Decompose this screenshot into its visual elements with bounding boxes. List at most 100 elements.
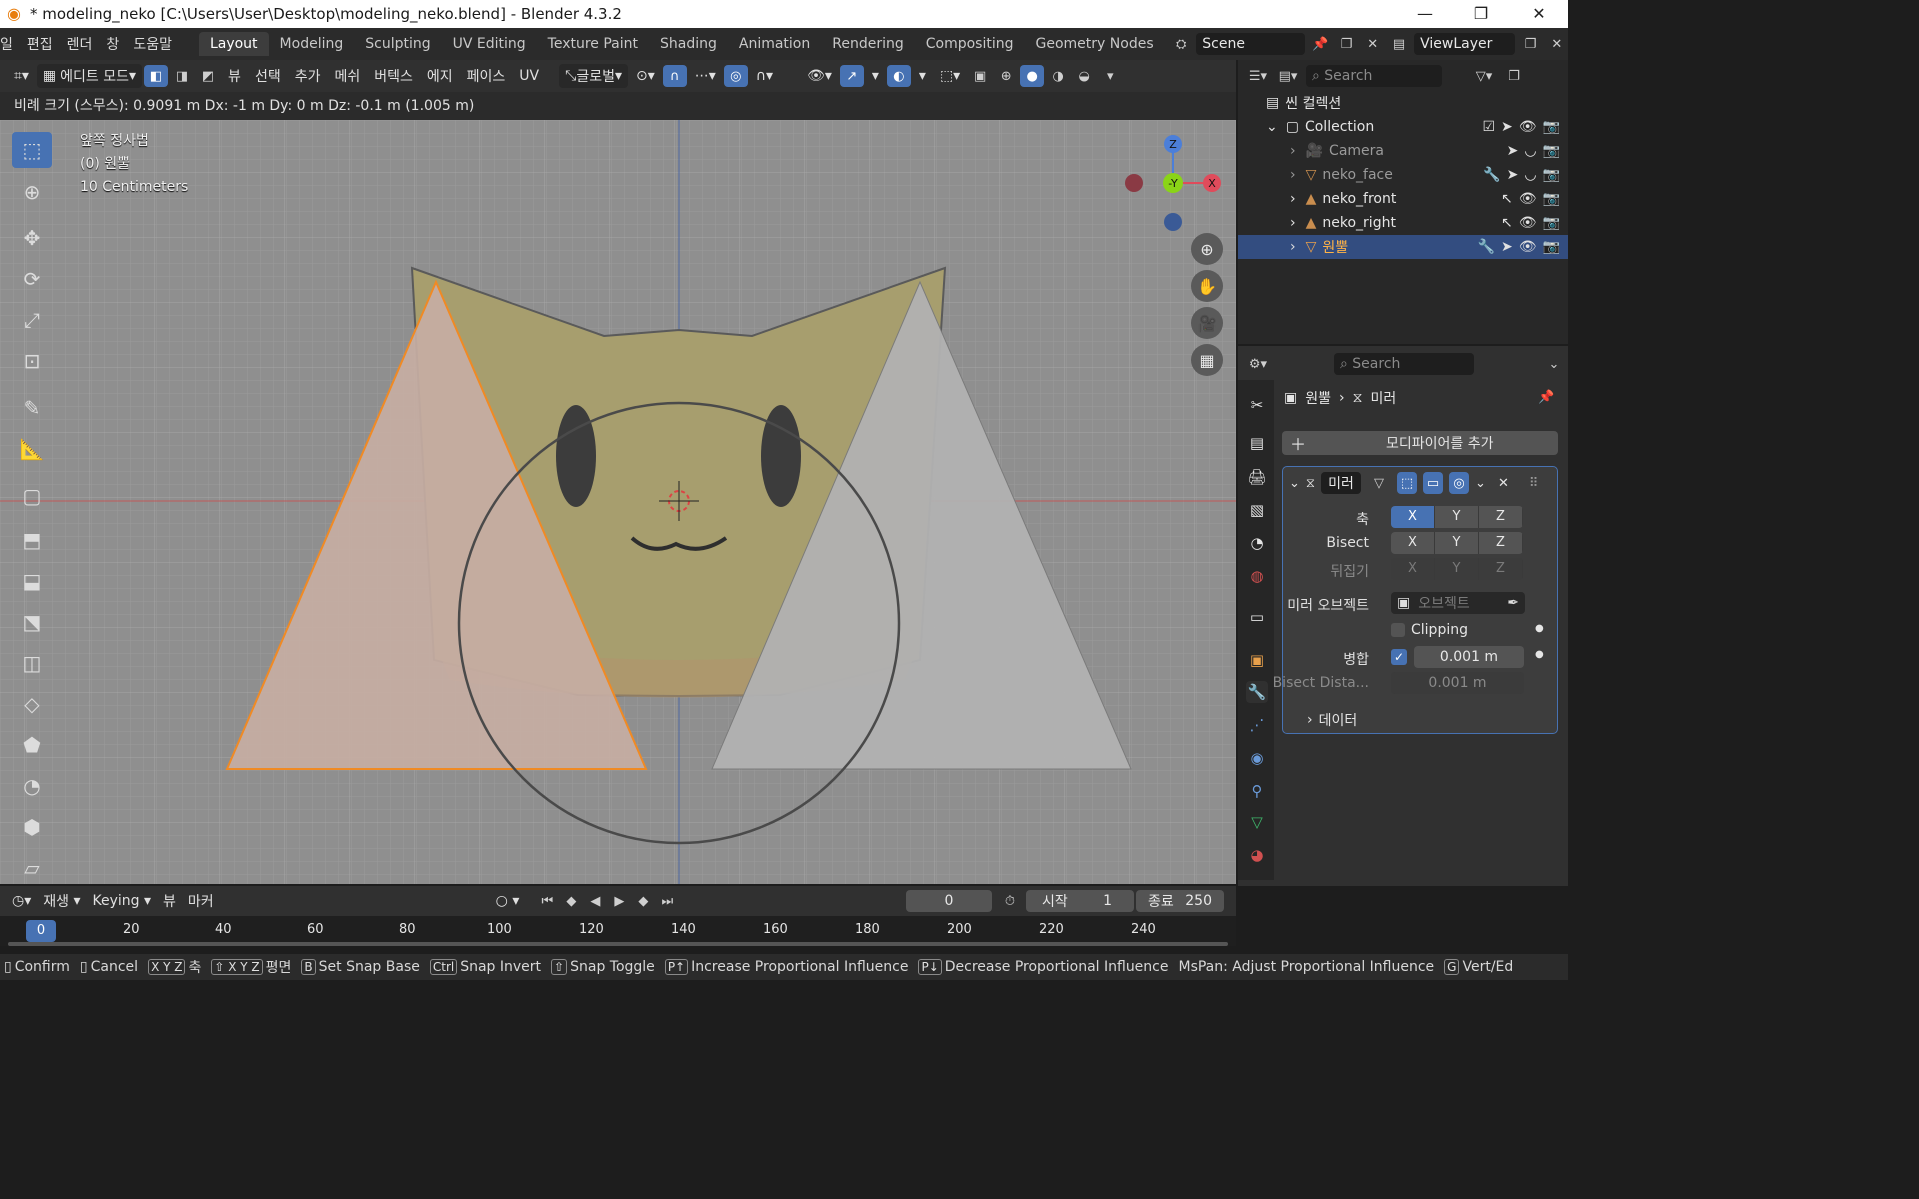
cage-icon[interactable]: ⬚ <box>1397 472 1418 494</box>
solid-shading-icon[interactable]: ● <box>1020 65 1045 87</box>
outliner-row-neko-right[interactable]: › ▲ neko_right ↖ 👁 📷 <box>1238 211 1568 235</box>
new-scene-icon[interactable]: ❐ <box>1335 33 1357 55</box>
menu-window[interactable]: 창 <box>99 34 126 54</box>
view-layer-tab-icon[interactable]: ▧ <box>1246 499 1268 521</box>
pan-hand-icon[interactable]: ✋ <box>1191 270 1223 302</box>
jump-end-icon[interactable]: ⏭ <box>655 890 679 912</box>
render-display-icon[interactable]: ◎ <box>1449 472 1470 494</box>
menu-view[interactable]: 뷰 <box>222 64 247 88</box>
outliner-row-neko-face[interactable]: › ▽ neko_face 🔧 ➤ ◡ 📷 <box>1238 163 1568 187</box>
axis-x-toggle[interactable]: X <box>1391 506 1435 528</box>
render-tab-icon[interactable]: ▤ <box>1246 432 1268 454</box>
view-layer-field[interactable]: ViewLayer <box>1414 33 1516 55</box>
object-tab-icon[interactable]: ▣ <box>1246 649 1268 671</box>
next-keyframe-icon[interactable]: ◆ <box>631 890 655 912</box>
viewport-scene[interactable] <box>0 120 1236 884</box>
timeline-view-menu[interactable]: 뷰 <box>157 889 182 913</box>
bisect-distance-field[interactable]: 0.001 m <box>1391 672 1524 694</box>
edge-select-icon[interactable]: ◨ <box>170 65 194 87</box>
tab-modeling[interactable]: Modeling <box>269 32 355 56</box>
editor-type-button[interactable]: ⌗▾ <box>8 64 35 88</box>
view-layer-icon[interactable]: ▤ <box>1388 33 1410 55</box>
viewport-display-icon[interactable]: ▭ <box>1423 472 1444 494</box>
eye-icon[interactable]: 👁 <box>1519 191 1537 207</box>
menu-vertex[interactable]: 버텍스 <box>368 64 419 88</box>
minimize-button[interactable]: — <box>1396 0 1454 28</box>
proportional-edit-icon[interactable]: ◎ <box>723 65 748 87</box>
menu-file[interactable]: 일 <box>0 34 20 54</box>
camera-view-icon[interactable]: 🎥 <box>1191 307 1223 339</box>
properties-editor-type-icon[interactable]: ⚙▾ <box>1246 353 1270 375</box>
modifier-menu-icon[interactable]: ⌄ <box>1475 476 1486 491</box>
falloff-icon[interactable]: ∩▾ <box>750 64 779 88</box>
material-tab-icon[interactable]: ◕ <box>1246 844 1268 866</box>
jump-start-icon[interactable]: ⏮ <box>535 890 559 912</box>
timeline-scrollbar[interactable] <box>8 942 1228 946</box>
menu-mesh[interactable]: 메쉬 <box>328 64 366 88</box>
merge-distance-field[interactable]: 0.001 m <box>1414 646 1524 668</box>
delete-scene-icon[interactable]: ✕ <box>1362 33 1384 55</box>
particles-tab-icon[interactable]: ⋰ <box>1246 714 1268 736</box>
visibility-icon[interactable]: 👁▾ <box>801 64 838 88</box>
bevel-tool-icon[interactable]: ⬔ <box>12 604 52 640</box>
gizmo-dropdown-icon[interactable]: ▾ <box>866 64 885 88</box>
add-modifier-button[interactable]: ＋ 모디파이어를 추가 <box>1282 431 1558 455</box>
zoom-icon[interactable]: ⊕ <box>1191 233 1223 265</box>
scene-collection-row[interactable]: ▤ 씬 컬렉션 <box>1238 91 1568 115</box>
display-mode-icon[interactable]: ▤▾ <box>1276 65 1300 87</box>
wireframe-shading-icon[interactable]: ⊕ <box>994 65 1018 87</box>
render-camera-icon[interactable]: 📷 <box>1543 191 1560 207</box>
tab-texture-paint[interactable]: Texture Paint <box>537 32 649 56</box>
axis-z-toggle[interactable]: Z <box>1479 506 1523 528</box>
render-camera-icon[interactable]: 📷 <box>1543 239 1560 255</box>
merge-checkbox[interactable]: ✓ <box>1391 649 1407 665</box>
navigation-gizmo[interactable]: Z X -Y <box>1118 130 1228 240</box>
scene-name-field[interactable]: Scene <box>1196 33 1305 55</box>
tab-compositing[interactable]: Compositing <box>915 32 1025 56</box>
smooth-tool-icon[interactable]: ⬢ <box>12 809 52 845</box>
menu-edge[interactable]: 에지 <box>421 64 459 88</box>
tab-rendering[interactable]: Rendering <box>821 32 915 56</box>
keyframe-dot-icon[interactable]: ● <box>1535 623 1544 634</box>
mesh-overlay-icon[interactable]: ⬚▾ <box>934 64 966 88</box>
properties-options-icon[interactable]: ⌄ <box>1542 353 1566 375</box>
marker-menu[interactable]: 마커 <box>182 889 220 913</box>
overlay-icon[interactable]: ◐ <box>886 65 911 87</box>
flip-y-toggle[interactable]: Y <box>1435 558 1479 580</box>
menu-select[interactable]: 선택 <box>249 64 287 88</box>
menu-render[interactable]: 렌더 <box>60 34 100 54</box>
data-tab-icon[interactable]: ▽ <box>1246 811 1268 833</box>
eye-icon[interactable]: 👁 <box>1519 119 1537 135</box>
expand-icon[interactable]: › <box>1290 167 1296 183</box>
eye-icon[interactable]: 👁 <box>1519 239 1537 255</box>
expand-icon[interactable]: ⌄ <box>1266 119 1278 135</box>
maximize-button[interactable]: ❐ <box>1452 0 1510 28</box>
collection-tab-icon[interactable]: ▭ <box>1246 606 1268 628</box>
scale-tool-icon[interactable]: ⤢ <box>12 302 52 338</box>
mode-dropdown[interactable]: ▦ 에디트 모드 ▾ <box>36 64 143 88</box>
eye-icon[interactable]: 👁 <box>1519 215 1537 231</box>
modifier-tab-icon[interactable]: 🔧 <box>1246 681 1268 703</box>
overlay-dropdown-icon[interactable]: ▾ <box>913 64 932 88</box>
vertex-select-icon[interactable]: ◧ <box>144 65 169 87</box>
prev-keyframe-icon[interactable]: ◆ <box>559 890 583 912</box>
close-button[interactable]: ✕ <box>1510 0 1568 28</box>
collapse-icon[interactable]: ⌄ <box>1289 476 1300 491</box>
filter-icon[interactable]: ▽▾ <box>1472 65 1496 87</box>
menu-uv[interactable]: UV <box>513 64 545 88</box>
xray-icon[interactable]: ▣ <box>968 65 992 87</box>
cursor-tool-icon[interactable]: ⊕ <box>12 174 52 210</box>
selectable-icon[interactable]: ➤ <box>1507 167 1519 183</box>
render-camera-icon[interactable]: 📷 <box>1543 119 1560 135</box>
gizmo-icon[interactable]: ↗ <box>839 65 864 87</box>
pin-icon[interactable]: 📌 <box>1538 390 1554 405</box>
tab-layout[interactable]: Layout <box>198 32 269 56</box>
drag-handle-icon[interactable]: ⠿ <box>1529 476 1539 491</box>
collection-row[interactable]: ⌄ ▢ Collection ☑ ➤ 👁 📷 <box>1238 115 1568 139</box>
delete-view-layer-icon[interactable]: ✕ <box>1546 33 1568 55</box>
selectable-icon[interactable]: ➤ <box>1501 119 1513 135</box>
outliner-row-camera[interactable]: › 🎥 Camera ➤ ◡ 📷 <box>1238 139 1568 163</box>
bisect-y-toggle[interactable]: Y <box>1435 532 1479 554</box>
expand-icon[interactable]: › <box>1290 191 1296 207</box>
render-camera-icon[interactable]: 📷 <box>1543 143 1560 159</box>
